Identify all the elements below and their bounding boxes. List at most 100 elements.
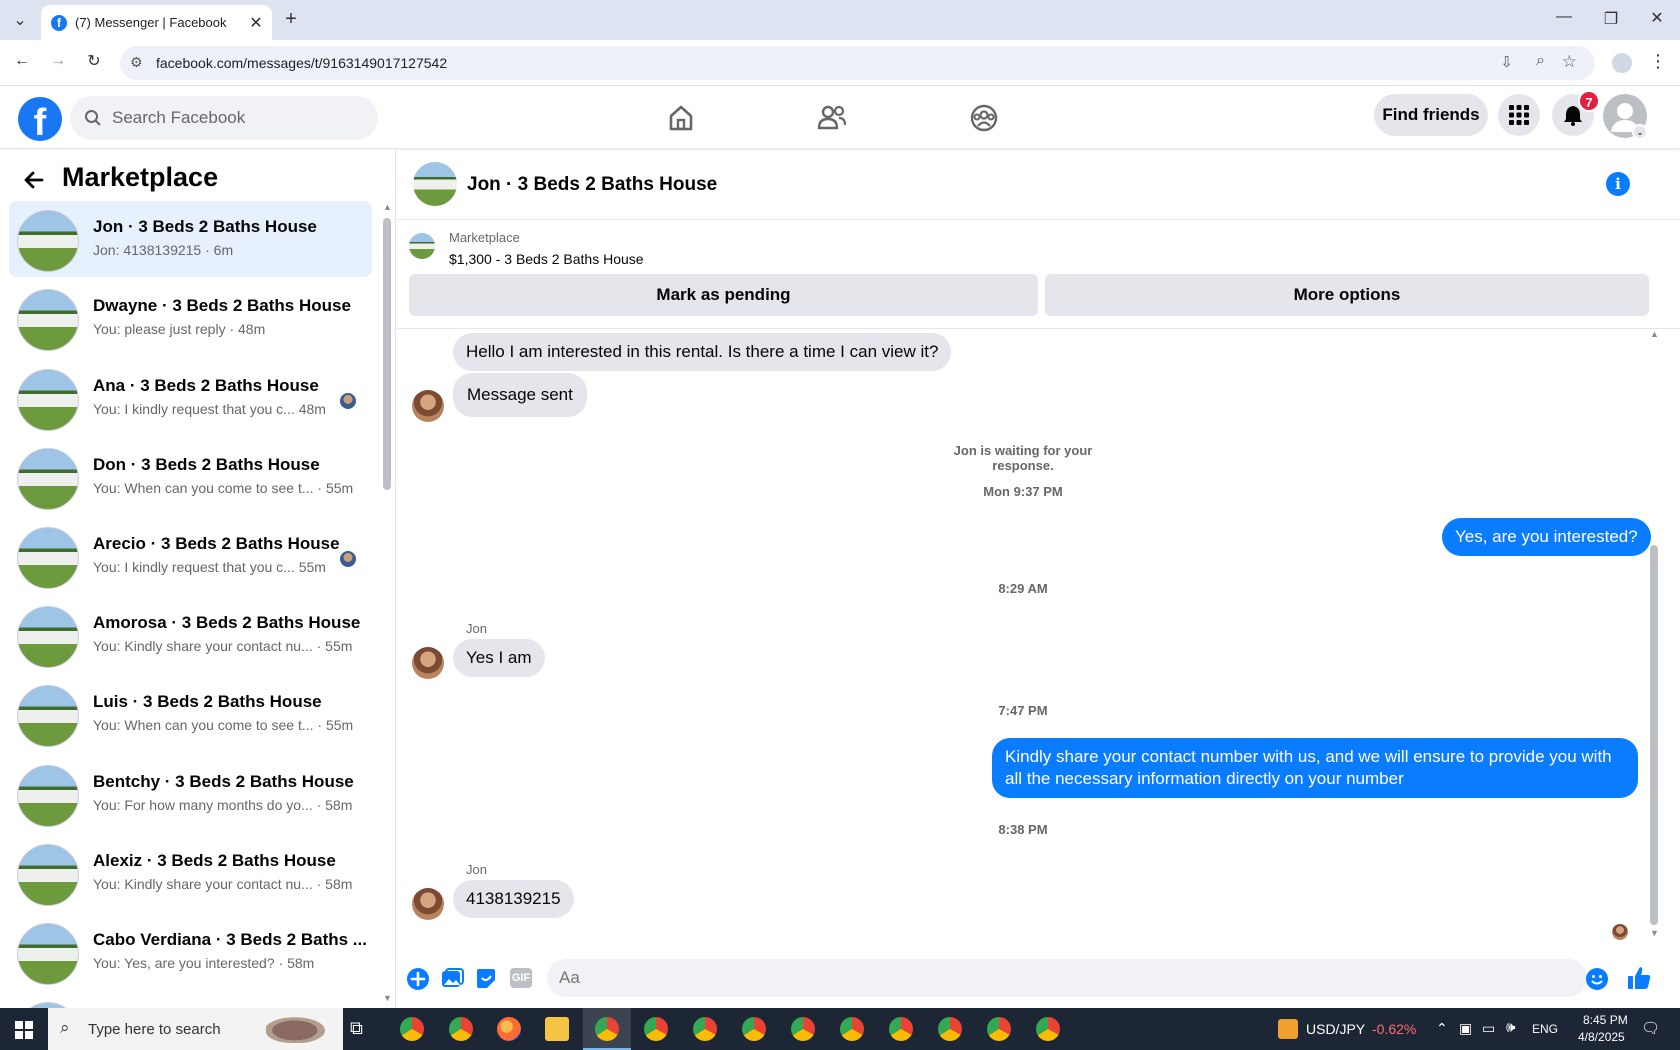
browser-menu-icon[interactable]: ⋮ [1648,51,1668,72]
chrome-app-icon[interactable] [644,1017,668,1041]
bookmark-star-icon[interactable]: ☆ [1562,52,1577,72]
meet-now-icon[interactable]: ▣ [1459,1020,1472,1037]
groups-icon[interactable] [966,100,1002,136]
chrome-app-icon[interactable] [987,1017,1011,1041]
facebook-logo-icon[interactable]: f [18,97,62,141]
restore-button[interactable]: ❐ [1599,9,1623,29]
outgoing-message[interactable]: Yes, are you interested? [1442,518,1651,556]
close-tab-icon[interactable]: ✕ [246,13,266,33]
firefox-app-icon[interactable] [497,1017,521,1041]
outgoing-message[interactable]: Kindly share your contact number with us… [992,738,1638,798]
timestamp: 8:38 PM [998,822,1048,837]
close-window-button[interactable]: ✕ [1645,8,1669,28]
tray-expand-icon[interactable]: ⌃ [1436,1020,1448,1037]
chrome-app-icon[interactable] [791,1017,815,1041]
friends-icon[interactable] [814,100,850,136]
chrome-app-icon[interactable] [742,1017,766,1041]
scroll-down-arrow-icon[interactable]: ▼ [383,993,392,1003]
file-explorer-icon[interactable] [545,1017,569,1041]
chat-scrollbar[interactable] [1650,545,1658,925]
search-icon [85,110,101,126]
minimize-button[interactable]: — [1552,8,1576,26]
forward-button[interactable]: → [46,52,70,70]
account-chevron-icon[interactable]: ⌄ [1632,124,1648,140]
chrome-app-icon[interactable] [595,1017,619,1041]
chrome-app-icon[interactable] [938,1017,962,1041]
facebook-search-input[interactable]: Search Facebook [70,96,378,140]
chrome-app-icon[interactable] [449,1017,473,1041]
more-options-button[interactable]: More options [1045,274,1649,316]
install-app-icon[interactable]: ⇩ [1500,53,1513,71]
listing-price[interactable]: $1,300 - 3 Beds 2 Baths House [449,251,644,267]
incoming-message[interactable]: Hello I am interested in this rental. Is… [453,333,952,371]
timestamp: 7:47 PM [998,703,1048,718]
chrome-app-icon[interactable] [693,1017,717,1041]
menu-grid-button[interactable] [1498,94,1540,136]
new-tab-button[interactable]: + [280,8,302,31]
facebook-favicon-icon: f [51,14,67,31]
chrome-app-icon[interactable] [840,1017,864,1041]
conversation-preview: You: For how many months do yo... · 58m [93,797,353,813]
conversation-item[interactable]: Ana · 3 Beds 2 Baths House You: I kindly… [9,360,372,436]
like-thumb-icon[interactable] [1625,964,1653,992]
browser-tab-active[interactable]: f (7) Messenger | Facebook ✕ [41,5,272,40]
ticker-widget-icon[interactable] [1278,1019,1298,1039]
conversation-item[interactable]: Don · 3 Beds 2 Baths House You: When can… [9,439,372,515]
mark-as-pending-button[interactable]: Mark as pending [409,274,1038,316]
info-icon[interactable]: i [1606,172,1630,196]
emoji-icon[interactable] [1585,967,1609,991]
contact-avatar [412,647,444,679]
sidebar-scrollbar[interactable] [383,218,391,490]
chrome-app-icon[interactable] [1036,1017,1060,1041]
reload-button[interactable]: ↻ [82,51,106,71]
scroll-up-arrow-icon[interactable]: ▲ [383,202,392,212]
chat-scroll-up-icon[interactable]: ▲ [1650,329,1659,339]
ticker-name[interactable]: USD/JPY [1306,1021,1365,1037]
notification-center-icon[interactable]: 🗨 [1641,1019,1660,1037]
gif-icon[interactable]: GIF [510,968,532,988]
clock-date[interactable]: 4/8/2025 [1578,1030,1625,1044]
conversation-name: Ana · 3 Beds 2 Baths House [93,376,319,395]
conversation-item-partial[interactable] [9,993,372,1008]
conversation-item[interactable]: Amorosa · 3 Beds 2 Baths House You: Kind… [9,597,372,673]
conversation-preview: You: I kindly request that you c... 55m [93,559,326,575]
chat-title[interactable]: Jon · 3 Beds 2 Baths House [467,174,717,196]
tab-search-icon[interactable]: ⌄ [8,10,32,30]
network-icon[interactable]: ▭ [1482,1020,1495,1037]
incoming-message[interactable]: Message sent [453,373,587,417]
listing-thumbnail [17,685,79,747]
zoom-icon[interactable]: ⌕ [1536,52,1545,70]
conversation-item[interactable]: Jon · 3 Beds 2 Baths House Jon: 41381392… [9,201,372,277]
clock-time[interactable]: 8:45 PM [1583,1013,1628,1027]
back-button[interactable]: ← [10,52,34,70]
home-icon[interactable] [663,100,699,136]
add-more-icon[interactable] [405,966,431,992]
chat-listing-thumbnail[interactable] [413,162,457,206]
conversation-item[interactable]: Arecio · 3 Beds 2 Baths House You: I kin… [9,518,372,594]
conversation-item[interactable]: Alexiz · 3 Beds 2 Baths House You: Kindl… [9,835,372,911]
message-input[interactable] [547,959,1587,997]
find-friends-button[interactable]: Find friends [1374,94,1488,136]
volume-icon[interactable]: 🕪 [1506,1019,1515,1036]
listing-mini-thumbnail[interactable] [409,233,435,259]
conversation-item[interactable]: Bentchy · 3 Beds 2 Baths House You: For … [9,756,372,832]
language-indicator[interactable]: ENG [1532,1022,1558,1036]
windows-start-icon[interactable] [15,1021,33,1039]
chrome-app-icon[interactable] [889,1017,913,1041]
incoming-message[interactable]: 4138139215 [453,880,574,918]
sticker-icon[interactable] [473,966,499,992]
chrome-app-icon[interactable] [400,1017,424,1041]
incoming-message[interactable]: Yes I am [453,639,545,677]
conversation-item[interactable]: Luis · 3 Beds 2 Baths House You: When ca… [9,676,372,752]
task-view-icon[interactable]: ⧉ [350,1018,363,1039]
conversation-item[interactable]: Dwayne · 3 Beds 2 Baths House You: pleas… [9,280,372,356]
chat-scroll-down-icon[interactable]: ▼ [1650,928,1659,938]
attach-photo-icon[interactable] [439,966,465,992]
search-placeholder: Search Facebook [112,108,246,127]
profile-avatar-icon[interactable] [1612,53,1632,73]
url-bar[interactable]: ⚙ facebook.com/messages/t/91631490171275… [120,46,1595,80]
taskbar-search-box[interactable]: ⌕ Type here to search [48,1008,343,1050]
site-info-icon[interactable]: ⚙ [130,54,143,71]
back-arrow-icon[interactable] [22,168,46,192]
conversation-item[interactable]: Cabo Verdiana · 3 Beds 2 Baths ... You: … [9,914,372,990]
